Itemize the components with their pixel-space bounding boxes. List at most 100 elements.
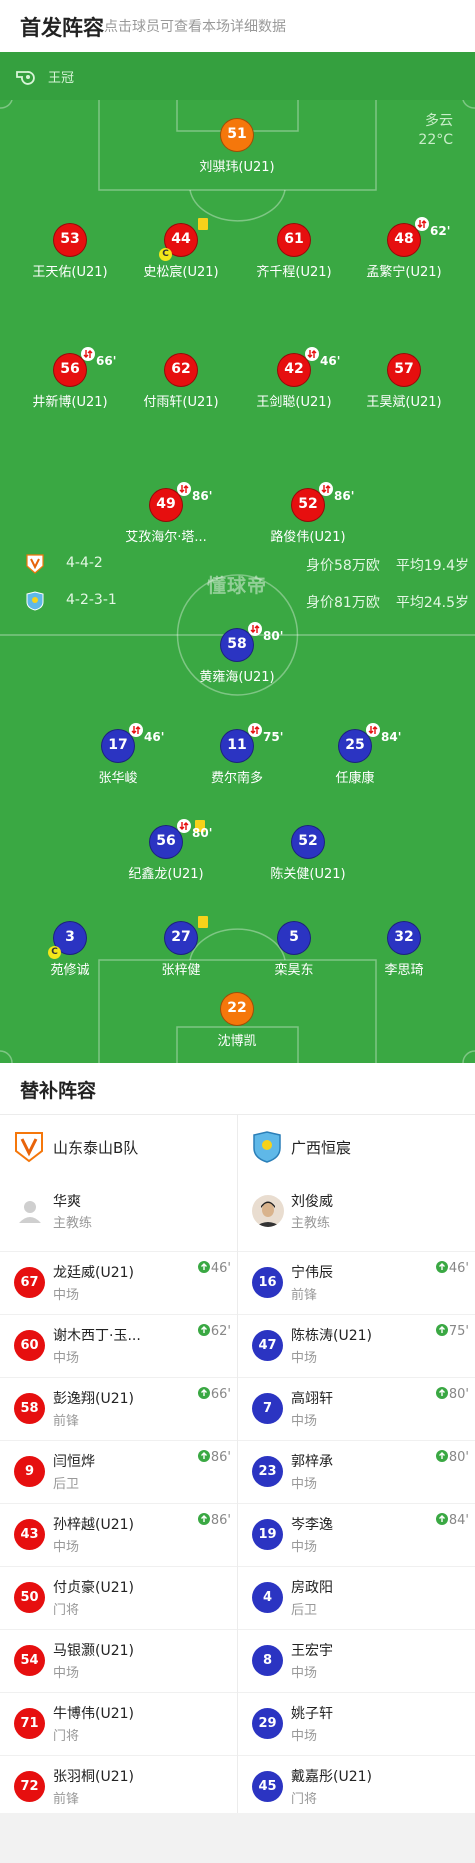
away-player-56[interactable]: 56 80' 纪鑫龙(U21) bbox=[101, 819, 231, 882]
substitute-row[interactable]: 19 岑李逸 中场 84' bbox=[238, 1503, 475, 1566]
home-team-name: 山东泰山B队 bbox=[53, 1139, 139, 1157]
substitutes-title: 替补阵容 bbox=[20, 1080, 97, 1102]
substitution-minute: 80' bbox=[263, 629, 284, 643]
substitution-minute: 75' bbox=[263, 730, 284, 744]
away-player-22[interactable]: 22 沈博凯 bbox=[172, 992, 302, 1049]
away-player-17[interactable]: 17 46' 张华峻 bbox=[53, 723, 183, 786]
weather-condition: 多云 bbox=[425, 113, 453, 129]
sub-in-minute: 80' bbox=[435, 1386, 469, 1402]
player-number: 51 bbox=[220, 118, 254, 152]
away-team-name: 广西恒宸 bbox=[291, 1139, 352, 1157]
substitution-icon bbox=[415, 217, 429, 231]
away-player-11[interactable]: 11 75' 费尔南多 bbox=[172, 723, 302, 786]
player-name: 艾孜海尔·塔... bbox=[125, 530, 207, 545]
sub-number: 72 bbox=[14, 1771, 45, 1802]
home-player-57[interactable]: 57 王昊斌(U21) bbox=[339, 353, 469, 410]
sub-position: 中场 bbox=[53, 1288, 80, 1303]
sub-in-minute: 86' bbox=[197, 1512, 231, 1528]
away-player-25[interactable]: 25 84' 任康康 bbox=[290, 723, 420, 786]
substitute-row[interactable]: 7 高翊轩中场 80' bbox=[238, 1377, 475, 1440]
substitute-row[interactable]: 29 姚子轩 中场 bbox=[238, 1692, 475, 1755]
sub-number: 50 bbox=[14, 1582, 45, 1613]
substitution-minute: 46' bbox=[144, 730, 165, 744]
substitute-row[interactable]: 60 谢木西丁·玉... 中场 62' bbox=[0, 1314, 237, 1377]
substitute-row[interactable]: 67 龙廷威(U21) 中场 46' bbox=[0, 1251, 237, 1314]
home-team-badge-icon bbox=[26, 554, 44, 574]
substitute-row[interactable]: 43 孙梓越(U21) 中场 86' bbox=[0, 1503, 237, 1566]
player-number: 27 bbox=[164, 916, 208, 955]
away-team-header[interactable]: 广西恒宸 bbox=[238, 1115, 475, 1179]
sub-number: 7 bbox=[252, 1393, 283, 1424]
substitution-icon bbox=[177, 819, 191, 833]
home-player-51[interactable]: 51 刘骐玮(U21) bbox=[172, 118, 302, 175]
substitution-minute: 86' bbox=[192, 489, 213, 503]
away-player-52[interactable]: 52 陈关健(U21) bbox=[243, 825, 373, 882]
player-number: 52 86' bbox=[291, 482, 354, 522]
home-player-52[interactable]: 52 86' 路俊伟(U21) bbox=[243, 482, 373, 545]
sub-name: 戴嘉彤(U21) bbox=[291, 1769, 372, 1785]
player-number: 58 80' bbox=[220, 622, 283, 662]
sub-position: 门将 bbox=[53, 1729, 80, 1744]
home-team-header[interactable]: 山东泰山B队 bbox=[0, 1115, 237, 1179]
substitute-row[interactable]: 9 闫恒烨 后卫 86' bbox=[0, 1440, 237, 1503]
sub-name: 岑李逸 bbox=[291, 1517, 333, 1533]
lineup-title: 首发阵容 bbox=[20, 16, 104, 40]
substitute-row[interactable]: 45 戴嘉彤(U21) 门将 bbox=[238, 1755, 475, 1818]
player-number: 48 62' bbox=[387, 217, 450, 257]
home-player-62[interactable]: 62 付雨轩(U21) bbox=[116, 353, 246, 410]
player-name: 张华峻 bbox=[98, 771, 138, 786]
sub-number: 54 bbox=[14, 1645, 45, 1676]
sub-in-minute: 46' bbox=[435, 1260, 469, 1276]
home-player-44[interactable]: 44 C 史松宸(U21) bbox=[116, 218, 246, 280]
home-team-logo-icon bbox=[15, 1132, 43, 1163]
player-name: 刘骐玮(U21) bbox=[199, 160, 275, 175]
sub-position: 中场 bbox=[53, 1666, 80, 1681]
substitute-row[interactable]: 4 房政阳 后卫 bbox=[238, 1566, 475, 1629]
substitute-row[interactable]: 50 付贞豪(U21) 门将 bbox=[0, 1566, 237, 1629]
sub-number: 58 bbox=[14, 1393, 45, 1424]
sub-name: 陈栋涛(U21) bbox=[291, 1328, 372, 1344]
sub-number: 23 bbox=[252, 1456, 283, 1487]
sub-position: 中场 bbox=[291, 1414, 318, 1429]
home-team-summary: 4-4-2 身价58万欧 平均19.4岁 bbox=[0, 553, 475, 575]
substitute-row[interactable]: 47 陈栋涛(U21) 中场 75' bbox=[238, 1314, 475, 1377]
sub-number: 60 bbox=[14, 1330, 45, 1361]
sub-name: 付贞豪(U21) bbox=[53, 1580, 134, 1596]
sub-name: 孙梓越(U21) bbox=[53, 1517, 134, 1533]
player-name: 纪鑫龙(U21) bbox=[128, 867, 204, 882]
player-name: 付雨轩(U21) bbox=[143, 395, 219, 410]
player-number: 62 bbox=[164, 353, 198, 387]
sub-name: 高翊轩 bbox=[291, 1391, 333, 1407]
sub-position: 中场 bbox=[53, 1540, 80, 1555]
substitution-icon bbox=[248, 622, 262, 636]
sub-number: 4 bbox=[252, 1582, 283, 1613]
substitution-icon bbox=[319, 482, 333, 496]
sub-name: 闫恒烨 bbox=[53, 1454, 95, 1470]
substitute-row[interactable]: 54 马银灏(U21) 中场 bbox=[0, 1629, 237, 1692]
sub-position: 前锋 bbox=[291, 1288, 318, 1303]
substitute-row[interactable]: 23 郭梓承 中场 80' bbox=[238, 1440, 475, 1503]
home-value: 身价58万欧 bbox=[306, 558, 380, 574]
sub-in-icon bbox=[197, 1324, 210, 1336]
substitution-minute: 66' bbox=[96, 354, 117, 368]
sub-number: 8 bbox=[252, 1645, 283, 1676]
substitute-row[interactable]: 16 宁伟辰 前锋 46' bbox=[238, 1251, 475, 1314]
player-name: 史松宸(U21) bbox=[143, 265, 219, 280]
away-player-32[interactable]: 32 李思琦 bbox=[339, 921, 469, 978]
player-number: 49 86' bbox=[149, 482, 212, 522]
player-name: 任康康 bbox=[335, 771, 375, 786]
substitute-row[interactable]: 58 彭逸翔(U21) 前锋 66' bbox=[0, 1377, 237, 1440]
substitute-row[interactable]: 8 王宏宇 中场 bbox=[238, 1629, 475, 1692]
home-player-48[interactable]: 48 62' 孟繁宁(U21) bbox=[339, 217, 469, 280]
away-player-58[interactable]: 58 80' 黄雍海(U21) bbox=[172, 622, 302, 685]
sub-in-minute: 66' bbox=[197, 1386, 231, 1402]
sub-position: 前锋 bbox=[53, 1792, 80, 1807]
substitute-row[interactable]: 72 张羽桐(U21) 前锋 bbox=[0, 1755, 237, 1818]
away-player-27[interactable]: 27 张梓健 bbox=[116, 916, 246, 978]
sub-position: 中场 bbox=[291, 1477, 318, 1492]
home-player-49[interactable]: 49 86' 艾孜海尔·塔... bbox=[101, 482, 231, 545]
substitute-row[interactable]: 71 牛博伟(U21) 门将 bbox=[0, 1692, 237, 1755]
away-coach[interactable]: 刘俊威 主教练 bbox=[238, 1179, 475, 1251]
home-coach[interactable]: 华爽 主教练 bbox=[0, 1179, 237, 1251]
player-name: 孟繁宁(U21) bbox=[366, 265, 442, 280]
